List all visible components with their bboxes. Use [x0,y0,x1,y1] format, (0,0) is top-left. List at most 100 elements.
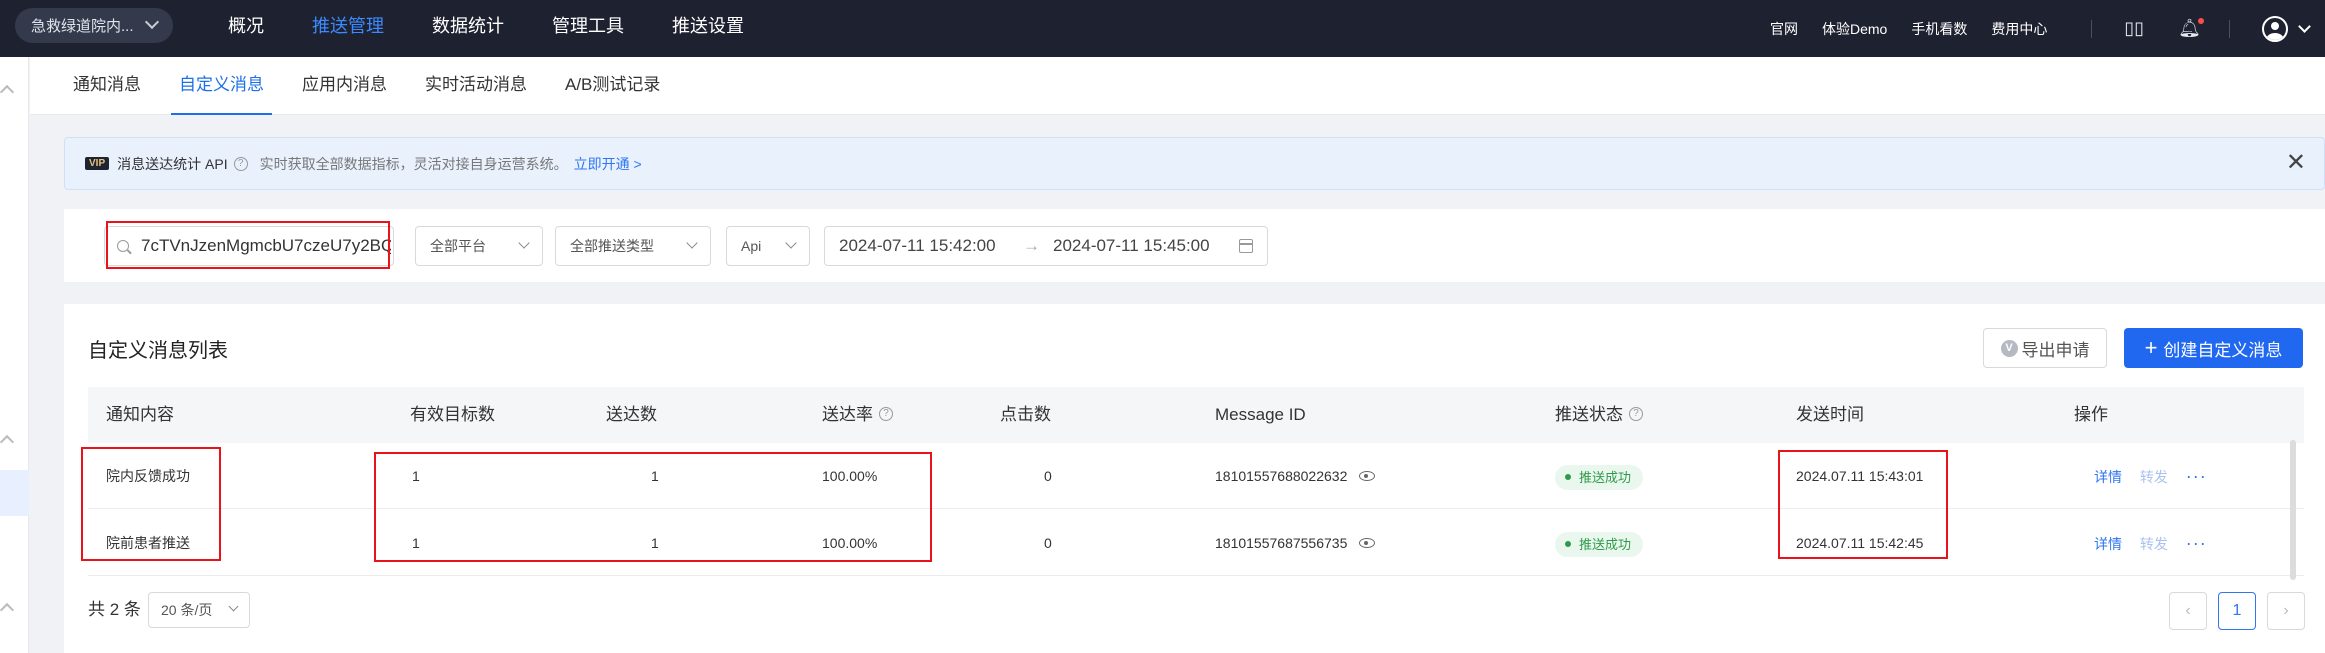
sidebar [0,57,29,653]
page-size-select[interactable]: 20 条/页 [148,592,250,628]
link-official-site[interactable]: 官网 [1770,19,1798,39]
top-right-links: 官网 体验Demo 手机看数 费用中心 ▯▯ 🔔︎ [1770,0,2325,57]
cell-rate: 100.00% [822,535,878,551]
column-header-status: 推送状态? [1555,387,1655,443]
status-label: 推送成功 [1579,469,1632,485]
link-demo[interactable]: 体验Demo [1822,19,1887,39]
link-billing[interactable]: 费用中心 [1991,19,2047,39]
date-to[interactable]: 2024-07-11 15:45:00 [1053,227,1210,265]
help-icon[interactable]: ? [1629,407,1643,422]
sub-tabs: 通知消息 自定义消息 应用内消息 实时活动消息 A/B测试记录 [30,57,2325,115]
tab-live-activity[interactable]: 实时活动消息 [425,57,527,115]
column-header-rate: 送达率? [822,387,905,443]
divider [2229,19,2230,38]
banner-description: 实时获取全部数据指标，灵活对接自身运营系统。 [259,155,568,172]
cell-targets: 1 [412,468,420,484]
sidebar-selected-item[interactable] [0,470,29,516]
tab-custom-message[interactable]: 自定义消息 [171,57,272,115]
scrollbar[interactable] [2290,440,2296,580]
help-icon[interactable]: ? [233,156,248,171]
nav-statistics[interactable]: 数据统计 [432,0,504,57]
column-header: 送达数 [606,405,657,424]
nav-push-management[interactable]: 推送管理 [312,0,384,57]
cell-status: 推送成功 [1555,443,1644,509]
forward-link[interactable]: 转发 [2140,469,2168,485]
prev-page-button[interactable]: ‹ [2169,592,2207,630]
link-mobile[interactable]: 手机看数 [1911,19,1967,39]
nav-overview[interactable]: 概况 [228,0,264,57]
column-header: Message ID [1215,405,1306,424]
divider [2091,19,2093,38]
platform-select-value: 全部平台 [430,238,486,254]
chevron-down-icon [686,237,698,249]
tab-in-app-message[interactable]: 应用内消息 [302,57,387,115]
cell-clicks: 0 [1044,468,1052,484]
search-box[interactable] [104,226,394,266]
banner-title: 消息送达统计 API [117,155,228,172]
date-range-picker[interactable]: 2024-07-11 15:42:00 → 2024-07-11 15:45:0… [824,226,1268,266]
eye-icon[interactable] [1359,538,1376,549]
collapse-icon[interactable] [0,434,15,450]
tab-ab-test[interactable]: A/B测试记录 [565,57,660,115]
search-input[interactable] [141,236,391,256]
promo-banner: VIP 消息送达统计 API ? 实时获取全部数据指标，灵活对接自身运营系统。 … [64,137,2325,190]
cell-actions: 详情 转发 ··· [2094,443,2207,509]
eye-icon[interactable] [1359,471,1376,482]
column-header: 通知内容 [106,405,174,424]
cell-content: 院前患者推送 [106,535,190,551]
push-type-select-value: 全部推送类型 [570,238,654,254]
avatar-icon[interactable] [2262,15,2288,42]
status-label: 推送成功 [1579,536,1632,552]
column-header: 送达率 [822,405,873,424]
forward-link[interactable]: 转发 [2140,536,2168,552]
push-type-select[interactable]: 全部推送类型 [555,226,711,266]
column-header: 点击数 [1000,405,1051,424]
cell-send-time: 2024.07.11 15:43:01 [1796,468,1924,484]
next-page-button[interactable]: › [2267,592,2305,630]
page-size-value: 20 条/页 [161,602,213,618]
help-icon[interactable]: ? [879,407,893,422]
bell-icon[interactable]: 🔔︎ [2178,18,2204,39]
filter-bar: 全部平台 全部推送类型 Api 2024-07-11 15:42:00 → 20… [64,209,2325,282]
page-number[interactable]: 1 [2218,592,2256,630]
cell-targets: 1 [412,535,420,551]
table-row: 院前患者推送 1 1 100.00% 0 18101557687556735 推… [88,510,2304,576]
app-selector[interactable]: 急救绿道院内... [15,8,173,43]
export-button[interactable]: V 导出申请 [1983,328,2107,368]
cell-message-id: 18101557687556735 [1215,510,1376,576]
detail-link[interactable]: 详情 [2094,536,2122,552]
calendar-icon[interactable] [1239,239,1253,253]
date-from[interactable]: 2024-07-11 15:42:00 [839,227,996,265]
column-header: 发送时间 [1796,405,1864,424]
cell-clicks: 0 [1044,535,1052,551]
notification-dot [2198,18,2204,24]
collapse-icon[interactable] [0,84,15,100]
arrow-right-icon: → [1023,236,1040,255]
panel-title: 自定义消息列表 [88,340,228,362]
top-nav-bar: 急救绿道院内... 概况 推送管理 数据统计 管理工具 推送设置 官网 体验De… [0,0,2325,57]
vip-badge: VIP [85,157,110,170]
collapse-icon[interactable] [0,602,15,618]
cell-content: 院内反馈成功 [106,468,190,484]
source-select[interactable]: Api [726,226,810,266]
banner-open-link[interactable]: 立即开通 > [574,154,642,174]
message-list-panel: 自定义消息列表 V 导出申请 + 创建自定义消息 通知内容 有效目标数 送达数 … [64,304,2325,653]
total-count: 共 2 条 [88,600,141,619]
tab-notification[interactable]: 通知消息 [73,57,141,115]
more-icon[interactable]: ··· [2186,466,2207,486]
create-custom-message-button[interactable]: + 创建自定义消息 [2124,328,2303,368]
cell-send-time: 2024.07.11 15:42:45 [1796,535,1924,551]
detail-link[interactable]: 详情 [2094,469,2122,485]
chevron-down-icon [228,601,239,612]
book-icon[interactable]: ▯▯ [2124,18,2144,39]
more-icon[interactable]: ··· [2186,533,2207,553]
chevron-down-icon [785,237,797,249]
platform-select[interactable]: 全部平台 [415,226,543,266]
status-badge: 推送成功 [1555,531,1644,557]
chevron-down-icon[interactable] [2298,19,2311,33]
column-header: 有效目标数 [410,405,495,424]
close-icon[interactable]: ✕ [2286,148,2306,177]
nav-tools[interactable]: 管理工具 [552,0,624,57]
nav-push-settings[interactable]: 推送设置 [672,0,744,57]
create-label: 创建自定义消息 [2163,340,2283,360]
